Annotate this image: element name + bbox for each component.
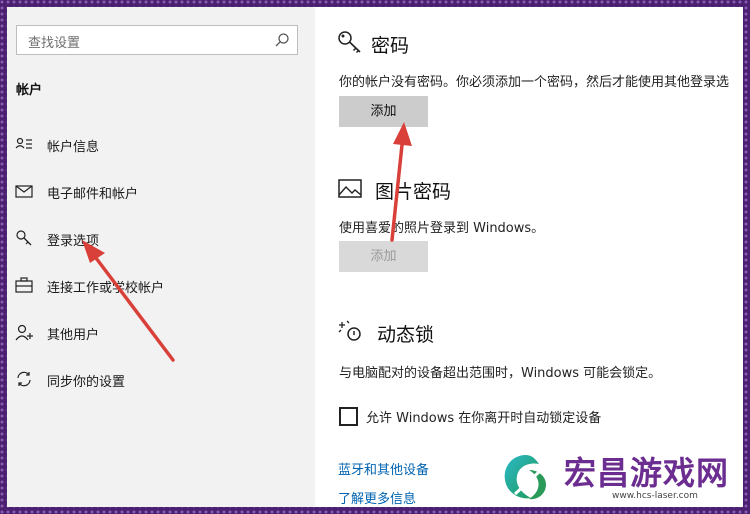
- watermark-url: www.hcs-laser.com: [612, 491, 698, 501]
- person-add-icon: [15, 324, 33, 341]
- sidebar-item-sync-settings[interactable]: 同步你的设置: [7, 362, 315, 396]
- sidebar-item-label: 登录选项: [47, 234, 100, 249]
- sidebar: 查找设置 帐户 帐户信息 电子邮件和帐户 登录选项 连接工作或学校帐户 其他用户…: [7, 7, 315, 507]
- picture-icon: [338, 179, 362, 198]
- picture-password-title: 图片密码: [375, 181, 452, 203]
- sidebar-item-label: 连接工作或学校帐户: [47, 281, 165, 296]
- watermark: 宏昌游戏网 www.hcs-laser.com: [491, 444, 743, 507]
- picture-password-description: 使用喜爱的照片登录到 Windows。: [339, 221, 545, 236]
- password-title: 密码: [371, 35, 410, 57]
- watermark-title: 宏昌游戏网: [564, 454, 730, 492]
- add-picture-password-button[interactable]: 添加: [339, 241, 428, 272]
- sync-icon: [17, 371, 31, 387]
- search-box[interactable]: 查找设置: [16, 25, 298, 55]
- sidebar-item-label: 电子邮件和帐户: [47, 187, 139, 202]
- sidebar-item-other-users[interactable]: 其他用户: [7, 315, 315, 349]
- learn-more-link[interactable]: 了解更多信息: [338, 488, 416, 507]
- settings-window: 查找设置 帐户 帐户信息 电子邮件和帐户 登录选项 连接工作或学校帐户 其他用户…: [7, 7, 743, 507]
- sidebar-item-work-school[interactable]: 连接工作或学校帐户: [7, 268, 315, 302]
- sidebar-item-account-info[interactable]: 帐户信息: [7, 127, 315, 161]
- sidebar-item-label: 其他用户: [47, 328, 100, 343]
- sidebar-item-sign-in-options[interactable]: 登录选项: [7, 221, 315, 255]
- sidebar-item-label: 帐户信息: [47, 140, 100, 155]
- main-content: 密码 你的帐户没有密码。你必须添加一个密码，然后才能使用其他登录选 添加 图片密…: [315, 7, 743, 507]
- sidebar-item-email-accounts[interactable]: 电子邮件和帐户: [7, 174, 315, 208]
- bluetooth-devices-link[interactable]: 蓝牙和其他设备: [338, 459, 429, 478]
- dynamic-lock-checkbox-label[interactable]: 允许 Windows 在你离开时自动锁定设备: [366, 407, 601, 426]
- key-icon: [338, 31, 361, 54]
- person-list-icon: [15, 137, 32, 149]
- sidebar-item-label: 同步你的设置: [47, 375, 126, 390]
- mail-icon: [15, 185, 33, 198]
- dynamic-lock-checkbox[interactable]: [339, 407, 358, 426]
- dynamic-lock-description: 与电脑配对的设备超出范围时，Windows 可能会锁定。: [339, 366, 662, 381]
- search-icon[interactable]: [273, 31, 291, 49]
- add-password-button[interactable]: 添加: [339, 96, 428, 127]
- password-description: 你的帐户没有密码。你必须添加一个密码，然后才能使用其他登录选: [339, 75, 730, 90]
- key-icon: [16, 230, 32, 246]
- dynamic-lock-title: 动态锁: [377, 324, 435, 346]
- search-input[interactable]: 查找设置: [28, 32, 80, 51]
- section-title-accounts: 帐户: [16, 83, 43, 98]
- briefcase-icon: [15, 277, 33, 293]
- watermark-logo-icon: [504, 455, 547, 500]
- dynamic-lock-icon: [338, 320, 361, 341]
